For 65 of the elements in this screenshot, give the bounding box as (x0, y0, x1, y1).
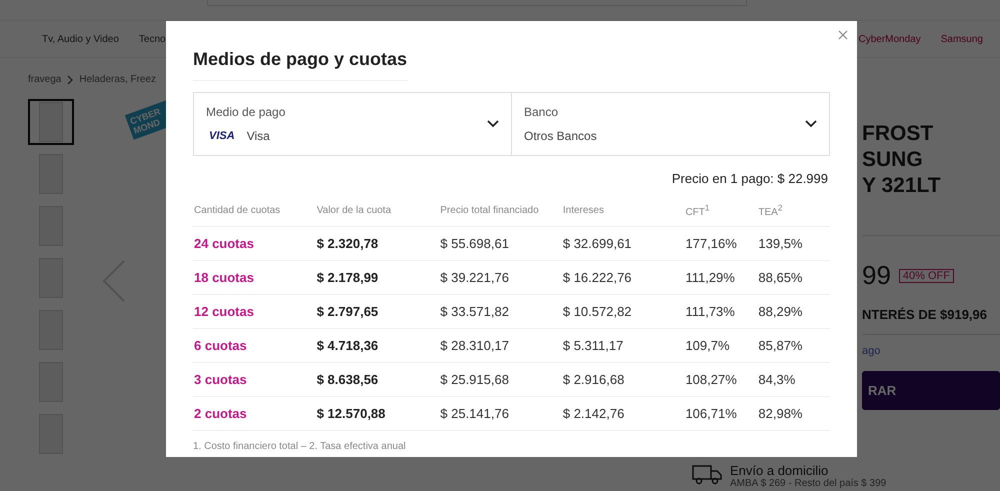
close-icon[interactable] (838, 30, 848, 40)
product-price: 99 (862, 260, 891, 291)
payment-link[interactable]: ago (862, 335, 1000, 371)
table-cell: $ 10.572,82 (562, 304, 632, 319)
table-cell: 82,98% (758, 406, 802, 421)
table-cell: 3 cuotas (194, 372, 247, 387)
table-cell: 88,65% (758, 270, 802, 285)
nav-link[interactable]: Samsung (940, 34, 983, 44)
table-cell: 12 cuotas (194, 304, 254, 319)
table-cell: $ 5.311,17 (562, 338, 624, 353)
product-title: FROST (862, 121, 934, 147)
table-cell: 88,29% (758, 304, 802, 319)
table-cell: 2 cuotas (194, 406, 247, 421)
breadcrumb-link[interactable]: fravega (28, 74, 62, 85)
truck-icon (692, 463, 722, 485)
buy-button[interactable]: RAR (862, 371, 1000, 410)
table-cell: $ 25.141,76 (440, 406, 509, 421)
dialog-title: Medios de pago y cuotas (193, 49, 408, 81)
table-cell: $ 55.698,61 (440, 236, 509, 251)
table-cell: $ 2.142,76 (562, 406, 624, 421)
product-title: Y 321LT (862, 173, 942, 199)
table-cell: 111,73% (685, 304, 735, 319)
table-cell: 177,16% (685, 236, 737, 251)
table-cell: 108,27% (685, 372, 737, 387)
table-cell: $ 2.178,99 (316, 270, 378, 285)
product-title: SUNG (862, 147, 924, 173)
table-cell: $ 28.310,17 (440, 338, 509, 353)
table-cell: $ 2.320,78 (316, 236, 378, 251)
nav-link[interactable]: Tecno (138, 34, 166, 44)
product-thumbnail[interactable] (28, 99, 74, 145)
delivery-title: Envío a domicilio (730, 463, 830, 478)
table-cell: $ 25.915,68 (440, 372, 509, 387)
column-header: CFT$^{1}$ (685, 206, 710, 218)
chevron-right-icon (67, 74, 74, 84)
table-cell: 84,3% (758, 372, 796, 387)
table-cell: $ 33.571,82 (440, 304, 509, 319)
column-header: Precio total financiado (440, 204, 539, 216)
table-cell: $ 4.718,36 (316, 338, 378, 353)
column-header: Valor de la cuota (316, 204, 392, 216)
table-cell: 18 cuotas (194, 270, 254, 285)
table-cell: $ 39.221,76 (440, 270, 509, 285)
column-header: Cantidad de cuotas (194, 204, 280, 216)
column-header: Intereses (562, 204, 604, 216)
table-cell: $ 16.222,76 (562, 270, 632, 285)
installments-text: NTERÉS DE $919,96 (862, 291, 1000, 335)
table-cell: 6 cuotas (194, 338, 247, 353)
table-cell: 24 cuotas (194, 236, 254, 251)
nav-link[interactable]: CyberMonday (858, 34, 921, 44)
table-cell: 85,87% (758, 338, 802, 353)
table-cell: 111,29% (685, 270, 735, 285)
single-payment-price: Precio en 1 pago: $ 22.999 (670, 171, 829, 186)
table-cell: 109,7% (685, 338, 730, 353)
table-cell: $ 2.916,68 (562, 372, 624, 387)
discount-tag: 40% OFF (898, 268, 954, 282)
table-cell: $ 12.570,88 (316, 406, 386, 421)
table-cell: $ 2.797,65 (316, 304, 378, 319)
table-cell: $ 32.699,61 (562, 236, 632, 251)
table-cell: 139,5% (758, 236, 802, 251)
table-cell: $ 8.638,56 (316, 372, 378, 387)
breadcrumb-link[interactable]: Heladeras, Freez (79, 74, 156, 85)
column-header: TEA$^{2}$ (758, 206, 782, 218)
delivery-detail: AMBA $ 269 - Resto del país $ 399 (730, 478, 886, 489)
nav-link[interactable]: Tv, Audio y Video (42, 34, 119, 44)
table-cell: 106,71% (685, 406, 737, 421)
footnote: 1. Costo financiero total – 2. Tasa efectiva anual (193, 441, 407, 452)
